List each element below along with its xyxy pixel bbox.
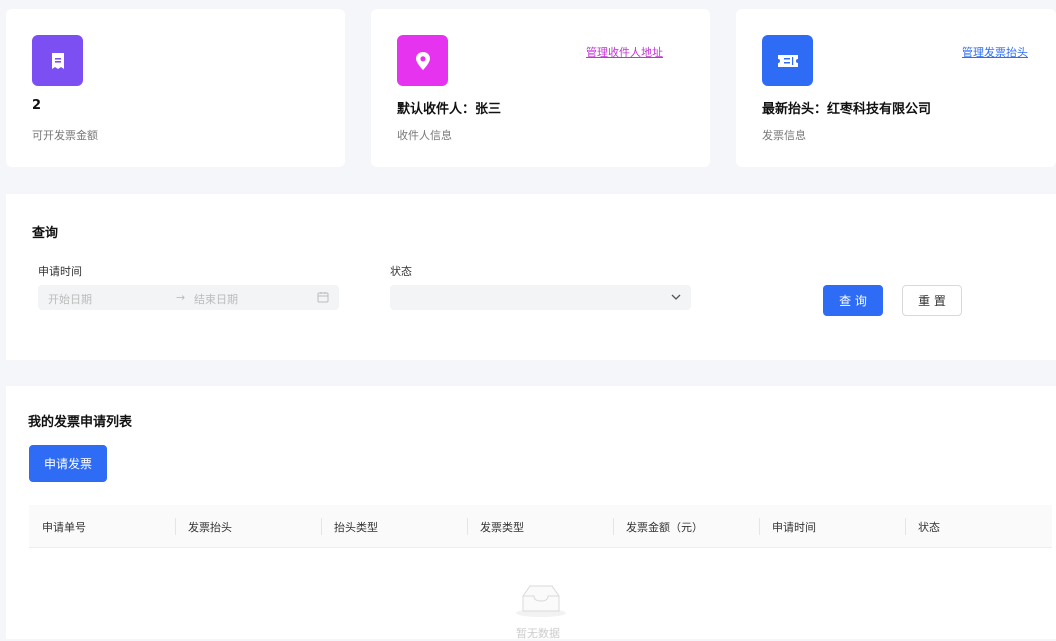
- invoice-amount-icon-box: [32, 35, 83, 86]
- invoice-header-card: 管理发票抬头 最新抬头：红枣科技有限公司 发票信息: [736, 9, 1056, 167]
- column-header: 申请单号: [42, 520, 86, 534]
- start-date-input[interactable]: 开始日期: [48, 291, 92, 307]
- invoice-amount-caption: 可开发票金额: [32, 129, 98, 142]
- apply-time-label: 申请时间: [38, 265, 82, 278]
- query-panel: 查询 申请时间 开始日期 → 结束日期 状态 查 询 重 置: [6, 194, 1056, 360]
- chevron-down-icon: [671, 294, 681, 300]
- empty-box-icon: [516, 585, 566, 617]
- end-date-input[interactable]: 结束日期: [194, 291, 238, 307]
- stats-cards: 2 可开发票金额 管理收件人地址 默认收件人：张三 收件人信息 管理发票抬头 最…: [6, 9, 1056, 167]
- invoice-list-panel: 我的发票申请列表 申请发票 申请单号 发票抬头 抬头类型 发票类型 发票金额（元…: [6, 386, 1056, 640]
- query-title: 查询: [32, 226, 59, 241]
- table-header: 申请单号 发票抬头 抬头类型 发票类型 发票金额（元） 申请时间 状态: [29, 505, 1052, 548]
- calendar-icon: [317, 292, 329, 303]
- manage-invoice-header-link[interactable]: 管理发票抬头: [962, 44, 1028, 60]
- apply-time-range-picker[interactable]: 开始日期 → 结束日期: [38, 285, 339, 310]
- status-label: 状态: [390, 265, 412, 278]
- invoice-header-value: 最新抬头：红枣科技有限公司: [762, 102, 932, 117]
- receipt-icon: [51, 52, 64, 69]
- column-header: 发票抬头: [188, 520, 232, 534]
- column-header: 状态: [918, 520, 940, 534]
- invoice-amount-value: 2: [32, 98, 42, 113]
- apply-invoice-button[interactable]: 申请发票: [29, 445, 107, 482]
- status-select[interactable]: [390, 285, 691, 310]
- reset-button[interactable]: 重 置: [902, 285, 962, 316]
- list-title: 我的发票申请列表: [28, 415, 133, 430]
- column-header: 发票类型: [480, 520, 524, 534]
- invoice-header-icon-box: [762, 35, 813, 86]
- column-header: 申请时间: [772, 520, 816, 534]
- column-header: 抬头类型: [334, 520, 378, 534]
- ticket-icon: [777, 54, 798, 67]
- invoice-header-caption: 发票信息: [762, 129, 806, 142]
- empty-state: 暂无数据: [496, 582, 586, 640]
- arrow-right-icon: →: [176, 291, 186, 304]
- recipient-value: 默认收件人：张三: [397, 102, 502, 117]
- search-button[interactable]: 查 询: [823, 285, 883, 316]
- location-pin-icon: [415, 51, 430, 70]
- invoice-amount-card: 2 可开发票金额: [6, 9, 345, 167]
- recipient-card: 管理收件人地址 默认收件人：张三 收件人信息: [371, 9, 710, 167]
- column-header: 发票金额（元）: [626, 520, 703, 534]
- recipient-caption: 收件人信息: [397, 129, 452, 142]
- manage-recipient-address-link[interactable]: 管理收件人地址: [586, 44, 663, 60]
- recipient-icon-box: [397, 35, 448, 86]
